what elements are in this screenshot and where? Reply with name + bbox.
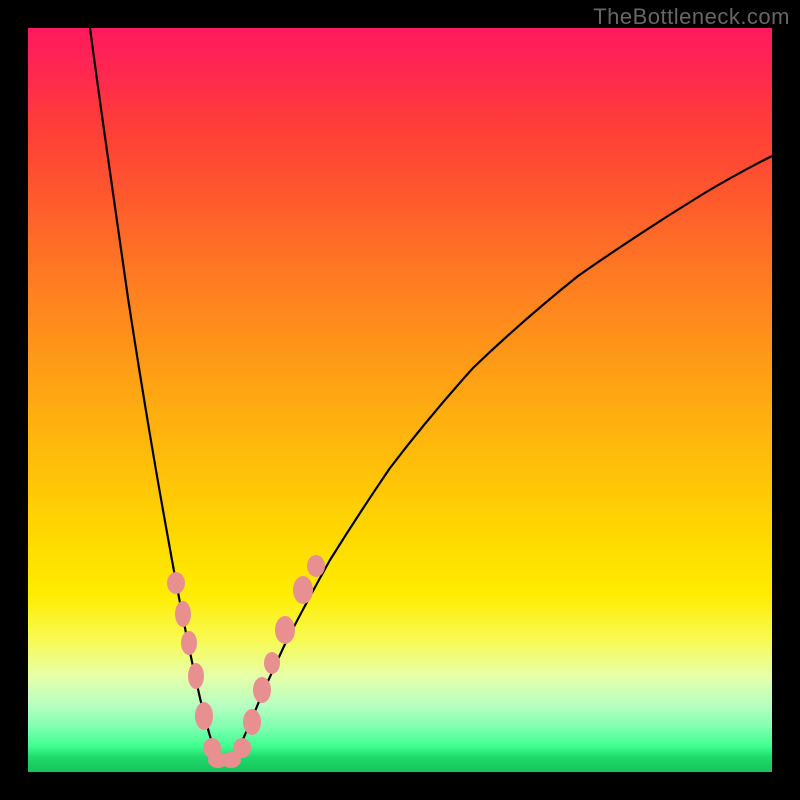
data-dot-0 [167, 572, 185, 594]
data-dot-11 [264, 652, 280, 674]
data-dot-4 [195, 702, 213, 730]
chart-container [28, 28, 772, 772]
dots-group [167, 555, 325, 768]
data-dot-3 [188, 663, 204, 689]
data-dot-9 [243, 709, 261, 735]
data-dot-2 [181, 631, 197, 655]
chart-svg [28, 28, 772, 772]
data-dot-14 [307, 555, 325, 577]
data-dot-8 [233, 738, 251, 758]
data-dot-1 [175, 601, 191, 627]
left-curve [90, 28, 223, 763]
right-curve [228, 156, 772, 763]
watermark-text: TheBottleneck.com [593, 4, 790, 30]
data-dot-13 [293, 576, 313, 604]
data-dot-10 [253, 677, 271, 703]
data-dot-12 [275, 616, 295, 644]
